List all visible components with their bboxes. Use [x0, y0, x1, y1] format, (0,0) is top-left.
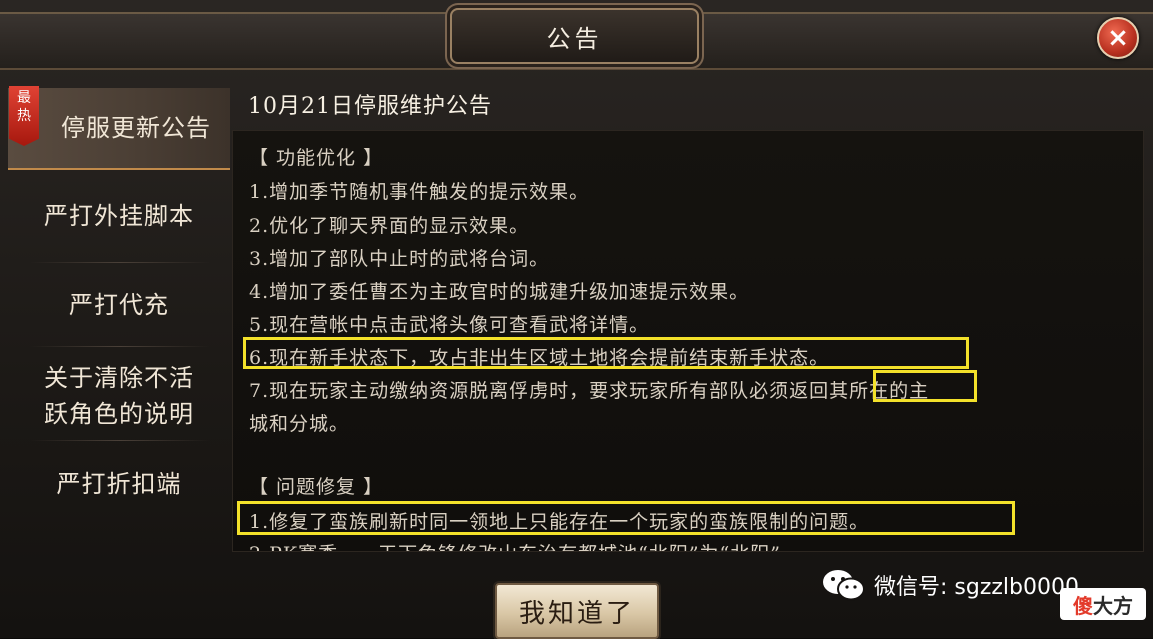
sidebar-item-label: 严打外挂脚本: [44, 202, 194, 230]
sidebar-item-inactive-cleanup[interactable]: 关于清除不活 跃角色的说明: [8, 356, 230, 436]
sidebar-item-label: 严打代充: [69, 291, 169, 319]
notice-panel: 公告 × 停服更新公告 最热 严打外挂脚本 严打代充 关于清除不活 跃角色的说明…: [0, 0, 1153, 639]
title-plate: 公告: [450, 8, 699, 64]
watermark: 微信号: sgzzlb0000: [822, 565, 1079, 605]
sidebar-item-label: 严打折扣端: [56, 470, 182, 498]
panel-title: 公告: [546, 24, 603, 53]
sidebar-divider: [30, 440, 210, 441]
sidebar-divider: [30, 262, 210, 263]
wechat-icon: [823, 570, 865, 601]
notice-line: 2.优化了聊天界面的显示效果。: [249, 215, 530, 237]
notice-line: 2.PK赛季……天下兔锋修改山东治有都城池“北阳”为“北阳”: [249, 539, 781, 551]
sidebar-item-anti-discount-client[interactable]: 严打折扣端: [8, 446, 230, 522]
section-heading: 【 功能优化 】: [249, 147, 384, 169]
watermark-badge-part2: 大方: [1093, 593, 1133, 618]
sidebar-item-label: 停服更新公告: [61, 114, 211, 142]
sidebar-item-label-line1: 关于清除不活: [44, 364, 194, 392]
highlight-box: [237, 501, 1015, 535]
watermark-badge-part1: 傻: [1073, 593, 1093, 618]
highlight-box: [243, 337, 969, 369]
notice-line: 7.现在玩家主动缴纳资源脱离俘虏时，要求玩家所有部队必须返回其所在的主: [249, 380, 930, 402]
notice-line: 城和分城。: [249, 413, 350, 435]
hot-badge-label: 最热: [17, 90, 31, 124]
notice-title: 10月21日停服维护公告: [248, 94, 492, 119]
highlight-box: [873, 370, 977, 402]
notice-line: 3.增加了部队中止时的武将台词。: [249, 248, 550, 270]
notice-line: 4.增加了委任曹丕为主政官时的城建升级加速提示效果。: [249, 281, 750, 303]
section-heading: 【 问题修复 】: [249, 476, 384, 498]
sidebar-divider: [30, 346, 210, 347]
notice-body[interactable]: 【 功能优化 】 1.增加季节随机事件触发的提示效果。 2.优化了聊天界面的显示…: [232, 130, 1144, 552]
notice-line: 5.现在营帐中点击武将头像可查看武将详情。: [249, 314, 650, 336]
watermark-badge: 傻 大方: [1060, 588, 1146, 620]
close-icon: ×: [1107, 23, 1129, 53]
acknowledge-button[interactable]: 我知道了: [495, 583, 659, 639]
hot-badge: 最热: [9, 86, 39, 146]
notice-line: 1.增加季节随机事件触发的提示效果。: [249, 181, 590, 203]
watermark-text: 微信号: sgzzlb0000: [874, 575, 1079, 600]
sidebar-item-maintenance-notice[interactable]: 停服更新公告: [8, 88, 230, 170]
sidebar-item-anti-proxy-recharge[interactable]: 严打代充: [8, 268, 230, 342]
sidebar-item-label-line2: 跃角色的说明: [44, 400, 194, 428]
close-button[interactable]: ×: [1097, 17, 1139, 59]
sidebar-item-anti-cheat[interactable]: 严打外挂脚本: [8, 176, 230, 256]
